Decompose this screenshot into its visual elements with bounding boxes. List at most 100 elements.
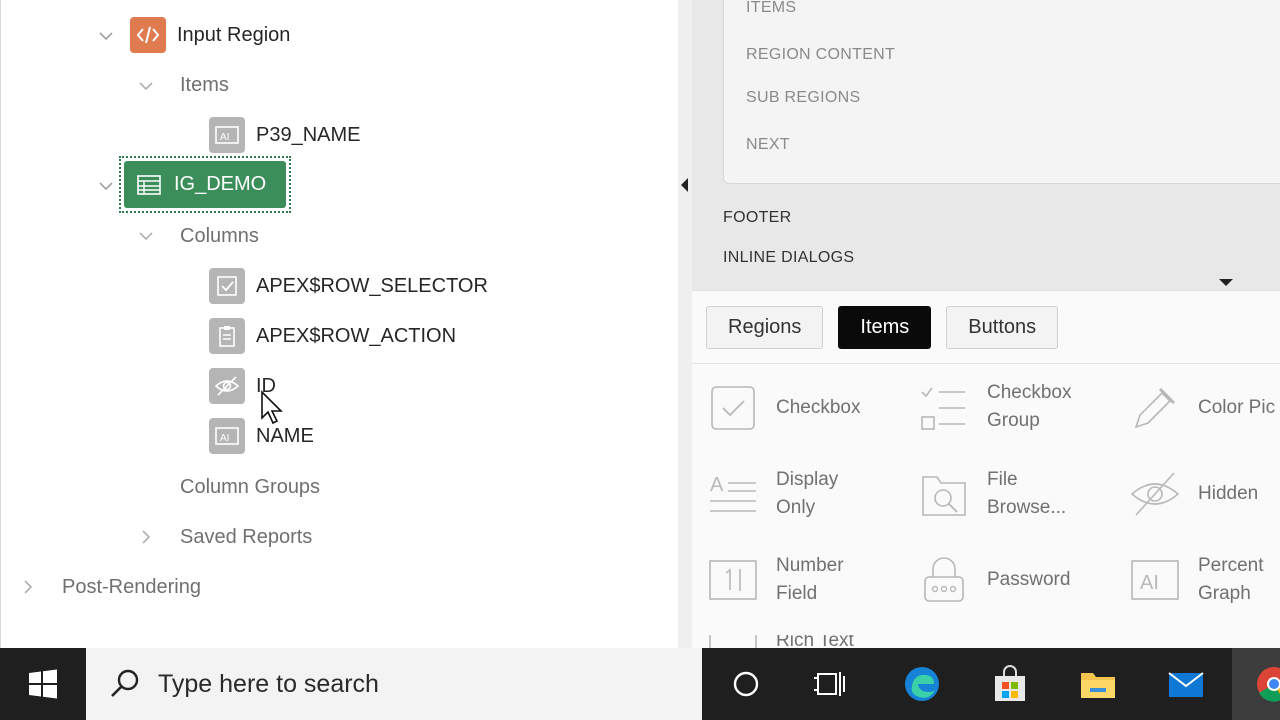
tree-node-label: P39_NAME [256,123,361,146]
code-region-icon [130,17,166,53]
search-icon [111,669,139,697]
label-line: Only [776,497,816,518]
tab-items[interactable]: Items [838,306,932,349]
label-line: Graph [1198,583,1251,604]
gallery-item-hidden[interactable]: Hidden [1130,469,1258,519]
gallery-item-password[interactable]: Password [919,555,1070,605]
region-layout-box: ITEMS REGION CONTENT SUB REGIONS NEXT [723,0,1280,184]
drop-slot-items[interactable]: ITEMS [746,0,796,17]
panel-splitter[interactable] [678,0,692,648]
edge-browser-button[interactable] [898,660,946,708]
chevron-down-icon[interactable] [139,229,153,243]
checkbox-column-icon [209,268,245,304]
tree-node-p39-name[interactable]: AI P39_NAME [209,113,361,157]
component-gallery: Regions Items Buttons Checkbox Checkbox … [692,290,1280,649]
gallery-item-checkbox-group[interactable]: Checkbox Group [919,379,1072,435]
checkbox-icon [708,383,758,433]
label-line: File [987,469,1018,490]
gallery-item-label: Checkbox [776,397,861,418]
gallery-item-label: Rich Text [776,635,854,649]
tree-node-label: Column Groups [180,475,321,498]
lock-icon [919,555,969,605]
hidden-eye-icon [1130,469,1180,519]
gallery-item-label: Hidden [1198,483,1259,504]
checkbox-group-icon [919,382,969,432]
gallery-item-label: Password [987,569,1071,590]
gallery-item-label: Color Pic [1198,397,1276,418]
search-placeholder: Type here to search [158,669,379,698]
drop-slot-next[interactable]: NEXT [746,136,790,154]
cortana-button[interactable] [722,660,770,708]
chevron-down-icon[interactable] [99,179,113,193]
label-line: Number [776,555,844,576]
gallery-item-percent-graph[interactable]: AI Percent Graph [1130,552,1263,608]
gallery-item-checkbox[interactable]: Checkbox [708,383,861,433]
percent-graph-icon: AI [1130,555,1180,605]
gallery-item-number-field[interactable]: Number Field [708,552,844,608]
tree-node-label: Post-Rendering [62,575,201,598]
interactive-grid-icon [132,169,166,201]
tree-folder-items[interactable]: Items [180,63,229,107]
task-view-icon [814,672,845,696]
tree-node-ig-demo[interactable]: IG_DEMO [119,156,291,213]
gallery-item-label: Checkbox Group [987,379,1072,435]
label-line: Percent [1198,555,1264,576]
collapse-arrow-icon[interactable] [681,178,688,192]
store-button[interactable] [986,660,1034,708]
taskbar-search-box[interactable]: Type here to search [86,648,702,720]
text-field-icon: AI [209,418,245,454]
tree-node-input-region[interactable]: Input Region [130,13,290,57]
start-button[interactable] [0,648,86,720]
tab-regions[interactable]: Regions [706,306,824,349]
tree-node-row-action[interactable]: APEX$ROW_ACTION [209,314,456,358]
tree-node-label: APEX$ROW_SELECTOR [256,274,488,297]
tree-node-row-selector[interactable]: APEX$ROW_SELECTOR [209,264,488,308]
chevron-right-icon[interactable] [21,580,35,594]
label-line: Checkbox [987,382,1072,403]
task-view-button[interactable] [806,660,854,708]
chevron-down-icon[interactable] [139,79,153,93]
tree-folder-column-groups[interactable]: Column Groups [180,465,320,509]
color-picker-icon [1130,383,1180,433]
expand-arrow-icon[interactable] [1219,279,1233,286]
drop-slot-region-content[interactable]: REGION CONTENT [746,46,895,64]
tree-node-label: APEX$ROW_ACTION [256,324,457,347]
gallery-item-rich-text[interactable]: Rich Text [708,635,854,649]
mouse-cursor-icon [261,390,283,425]
gallery-item-color-picker[interactable]: Color Pic [1130,383,1275,433]
text-field-icon: AI [209,117,245,153]
folder-icon [1081,673,1115,698]
tree-folder-columns[interactable]: Columns [180,214,259,258]
drop-slot-footer[interactable]: FOOTER [723,209,791,227]
mail-button[interactable] [1162,660,1210,708]
chevron-down-icon[interactable] [99,29,113,43]
number-field-icon [708,555,758,605]
rich-text-icon [708,635,758,649]
drop-slot-inline-dialogs[interactable]: INLINE DIALOGS [723,249,854,267]
drop-slot-sub-regions[interactable]: SUB REGIONS [746,89,860,107]
clipboard-icon [209,318,245,354]
tab-buttons[interactable]: Buttons [946,306,1059,349]
tree-node-label: NAME [256,424,314,447]
windows-logo-icon [29,669,57,699]
chevron-right-icon[interactable] [139,530,153,544]
hidden-eye-icon [209,368,245,404]
store-bag-icon [995,665,1025,701]
tree-node-post-rendering[interactable]: Post-Rendering [62,565,201,609]
chrome-icon [1257,667,1280,702]
gallery-item-file-browse[interactable]: File Browse... [919,466,1066,522]
tree-node-label: Input Region [177,23,291,46]
file-explorer-button[interactable] [1074,660,1122,708]
windows-taskbar: Type here to search [0,648,1280,720]
chrome-button[interactable] [1232,648,1280,720]
svg-text:A: A [710,474,724,496]
gallery-item-label: File Browse... [987,466,1066,522]
tree-node-label: Columns [180,224,259,247]
edge-icon [905,667,939,701]
tree-folder-saved-reports[interactable]: Saved Reports [180,515,312,559]
gallery-item-label: Percent Graph [1198,552,1263,608]
display-only-icon: A [708,469,758,519]
selected-node[interactable]: IG_DEMO [124,161,286,208]
gallery-tabs: Regions Items Buttons [706,306,1073,349]
gallery-item-display-only[interactable]: A Display Only [708,466,838,522]
